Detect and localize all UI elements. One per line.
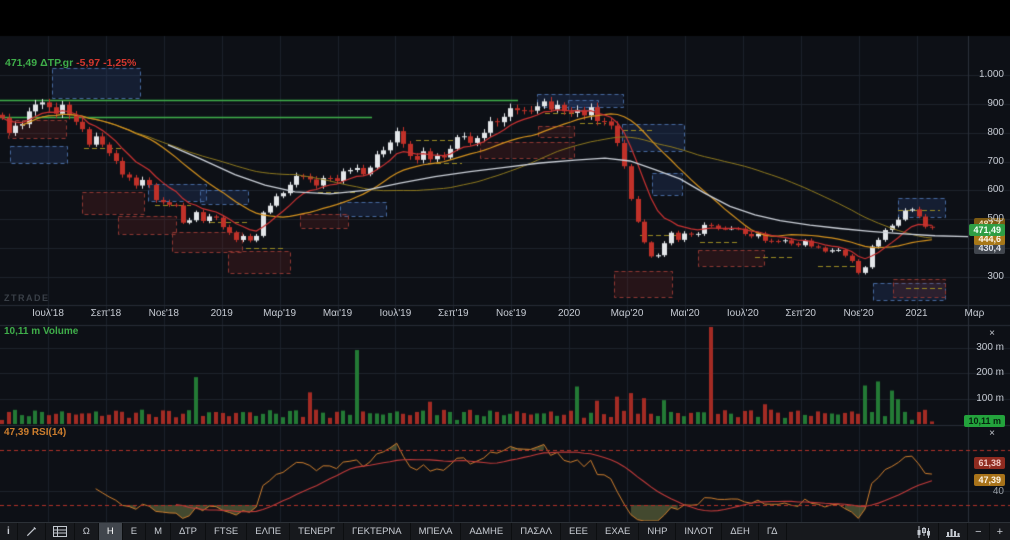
price-axis-label: 700: [987, 156, 1004, 167]
symbol-tab-ΓΕΚΤΕΡΝΑ[interactable]: ΓΕΚΤΕΡΝΑ: [344, 523, 411, 540]
watermark: ZTRADE: [4, 293, 50, 303]
price-axis-label: 1.000: [979, 69, 1004, 80]
x-axis-label: Νοε'20: [827, 308, 891, 319]
ticker-symbol: ΔTP.gr: [40, 57, 73, 69]
timeframe-button-Ε[interactable]: Ε: [123, 523, 146, 540]
volume-pane-title: 10,11 m Volume: [4, 326, 78, 337]
symbol-tab-ΔΤΡ[interactable]: ΔΤΡ: [171, 523, 206, 540]
x-axis-label: 2021: [885, 308, 949, 319]
symbol-tab-ΤΕΝΕΡΓ[interactable]: ΤΕΝΕΡΓ: [290, 523, 344, 540]
volume-histogram-button[interactable]: [939, 523, 968, 540]
x-axis-label: Ιουλ'19: [363, 308, 427, 319]
x-axis-label: Σεπ'20: [769, 308, 833, 319]
toolbar-spacer: [787, 523, 910, 540]
timeframe-button-Η[interactable]: Η: [99, 523, 123, 540]
symbol-tab-ΓΔ[interactable]: ΓΔ: [759, 523, 787, 540]
rsi-axis-label: 40: [993, 486, 1004, 497]
volume-axis-label: 300 m: [976, 342, 1004, 353]
price-axis-label: 500: [987, 213, 1004, 224]
table-view-button[interactable]: [46, 523, 75, 540]
symbol-tab-ΕΛΠΕ[interactable]: ΕΛΠΕ: [247, 523, 290, 540]
symbol-tab-ΝΗΡ[interactable]: ΝΗΡ: [639, 523, 676, 540]
price-axis-label: 800: [987, 127, 1004, 138]
x-axis-label: Ιουλ'18: [16, 308, 80, 319]
volume-pane-label: Volume: [43, 326, 78, 337]
x-axis-label: Σεπ'18: [74, 308, 138, 319]
x-axis-label: Σεπ'19: [421, 308, 485, 319]
ticker-price: 471,49: [5, 57, 37, 69]
x-axis-label: Ιουλ'20: [711, 308, 775, 319]
symbol-tab-ΕΧΑΕ[interactable]: ΕΧΑΕ: [597, 523, 639, 540]
volume-axis-label: 200 m: [976, 367, 1004, 378]
draw-tool-button[interactable]: [18, 523, 46, 540]
volume-current-value: 10,11 m: [4, 326, 40, 337]
zoom-in-button[interactable]: +: [990, 523, 1010, 540]
x-axis-label: Μαρ'19: [248, 308, 312, 319]
symbol-tab-FTSE[interactable]: FTSE: [206, 523, 247, 540]
timeframe-button-Ω[interactable]: Ω: [75, 523, 99, 540]
symbol-tab-ΕΕΕ[interactable]: ΕΕΕ: [561, 523, 597, 540]
volume-axis-label: 100 m: [976, 393, 1004, 404]
x-axis-label: 2020: [537, 308, 601, 319]
histogram-icon: [946, 526, 960, 537]
rsi-pane-label: RSI(14): [32, 427, 66, 438]
zoom-out-button[interactable]: −: [968, 523, 989, 540]
volume-current-tag: 10,11 m: [964, 415, 1005, 427]
price-tag: 471,49: [969, 224, 1005, 236]
x-axis-label: Νοε'18: [132, 308, 196, 319]
symbol-tab-ΑΔΜΗΕ[interactable]: ΑΔΜΗΕ: [461, 523, 512, 540]
pencil-icon: [25, 525, 38, 538]
symbol-tab-ΜΠΕΛΑ[interactable]: ΜΠΕΛΑ: [411, 523, 462, 540]
candlestick-chart-icon: [916, 526, 931, 538]
x-axis-label: Νοε'19: [479, 308, 543, 319]
bottom-toolbar: i ΩΗΕΜ ΔΤΡFTSEΕΛΠΕΤΕΝΕΡΓΓΕΚΤΕΡΝΑΜΠΕΛΑΑΔΜ…: [0, 522, 1010, 540]
info-button[interactable]: i: [0, 523, 18, 540]
x-axis-label: Μαι'19: [306, 308, 370, 319]
x-axis-label: 2019: [190, 308, 254, 319]
table-icon: [53, 526, 67, 537]
rsi-tag: 61,38: [974, 457, 1005, 469]
ticker-change: -5,97: [76, 57, 100, 69]
symbol-tab-ΔΕΗ[interactable]: ΔΕΗ: [722, 523, 759, 540]
ticker-change-pct: -1,25%: [103, 57, 136, 69]
symbol-tab-ΙΝΛΟΤ[interactable]: ΙΝΛΟΤ: [676, 523, 722, 540]
info-icon: i: [7, 526, 10, 537]
rsi-pane-title: 47,39 RSI(14): [4, 427, 66, 438]
symbol-tab-ΠΑΣΑΛ[interactable]: ΠΑΣΑΛ: [512, 523, 561, 540]
x-axis-label: Μαι'20: [653, 308, 717, 319]
trading-app: 471,49ΔTP.gr-5,97-1,25% ZTRADE 10,11 m V…: [0, 0, 1010, 540]
price-axis-label: 900: [987, 98, 1004, 109]
chart-style-button[interactable]: [909, 523, 939, 540]
timeframe-button-Μ[interactable]: Μ: [146, 523, 171, 540]
rsi-tag: 47,39: [974, 474, 1005, 486]
x-axis-label: Μαρ: [942, 308, 1006, 319]
x-axis-label: Μαρ'20: [595, 308, 659, 319]
ticker-info: 471,49ΔTP.gr-5,97-1,25%: [5, 57, 139, 69]
price-axis-label: 300: [987, 271, 1004, 282]
rsi-pane-close-icon[interactable]: ×: [986, 428, 998, 439]
chart-canvas[interactable]: [0, 0, 1010, 540]
price-axis-label: 600: [987, 184, 1004, 195]
volume-pane-close-icon[interactable]: ×: [986, 328, 998, 339]
rsi-current-value: 47,39: [4, 427, 29, 438]
